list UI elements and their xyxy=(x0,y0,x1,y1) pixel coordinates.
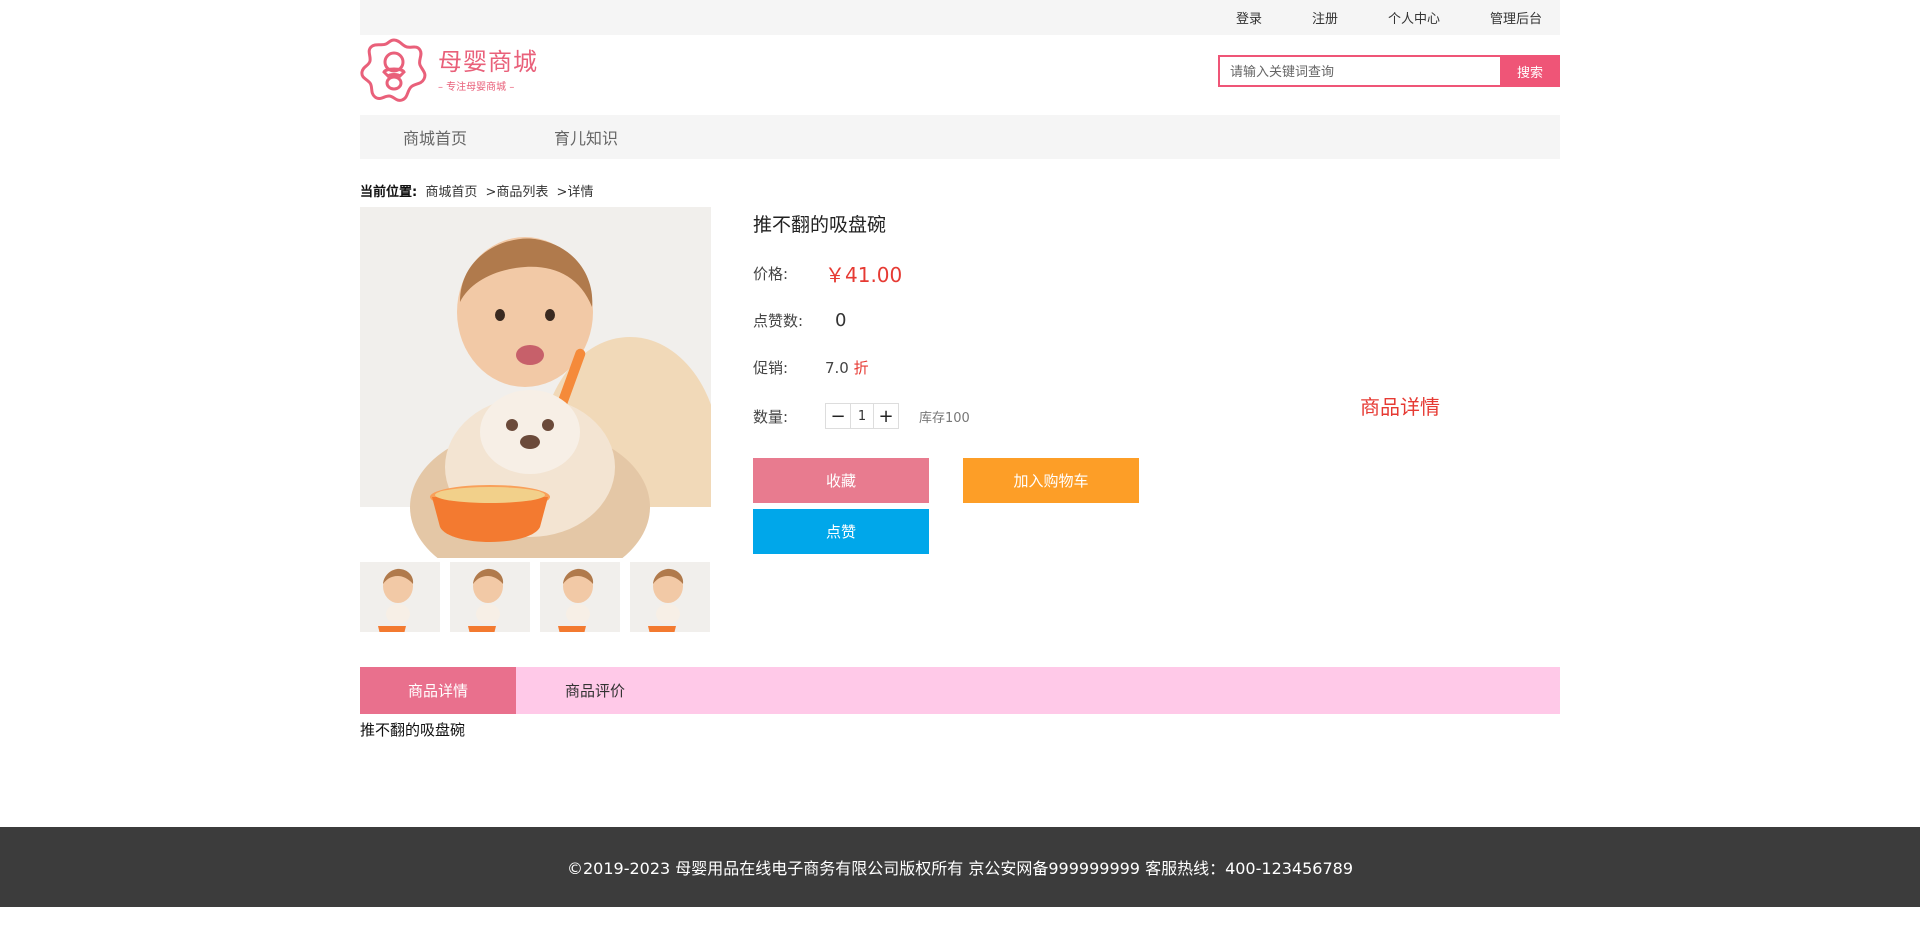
thumbnail-3[interactable] xyxy=(540,562,620,642)
login-link[interactable]: 登录 xyxy=(1236,8,1262,27)
nav-item-parenting[interactable]: 育儿知识 xyxy=(554,125,618,149)
content: 当前位置: 商城首页 >商品列表 >详情 推不翻的吸盘碗 价格: ￥41.00 … xyxy=(360,159,1560,799)
breadcrumb-label: 当前位置: xyxy=(360,185,418,200)
quantity-row: 数量: − 1 + 库存100 xyxy=(753,403,970,429)
thumbnail-2[interactable] xyxy=(450,562,530,642)
thumbnail-1[interactable] xyxy=(360,562,440,642)
top-links: 登录 注册 个人中心 管理后台 xyxy=(1236,0,1542,35)
minus-icon[interactable]: − xyxy=(826,404,850,428)
product-panel: 推不翻的吸盘碗 价格: ￥41.00 点赞数: 0 促销: 7.0 折 数量: … xyxy=(360,207,1560,647)
user-center-link[interactable]: 个人中心 xyxy=(1388,8,1440,27)
price-row: 价格: ￥41.00 xyxy=(753,259,902,288)
nav-item-home[interactable]: 商城首页 xyxy=(403,125,467,149)
product-main-image xyxy=(360,207,711,558)
search-input[interactable] xyxy=(1218,55,1500,87)
breadcrumb-list[interactable]: >商品列表 xyxy=(486,185,549,200)
product-detail-text: 推不翻的吸盘碗 xyxy=(360,721,466,739)
likes-value: 0 xyxy=(835,310,847,331)
side-product-detail-title: 商品详情 xyxy=(1360,395,1440,419)
quantity-stepper: − 1 + xyxy=(825,403,899,429)
top-bar: 登录 注册 个人中心 管理后台 xyxy=(360,0,1560,35)
search-bar: 搜索 xyxy=(1218,55,1560,87)
promo-label: 促销: xyxy=(753,359,789,377)
add-to-cart-button[interactable]: 加入购物车 xyxy=(963,458,1139,503)
logo-subtitle: – 专注母婴商城 – xyxy=(438,81,515,93)
breadcrumb: 当前位置: 商城首页 >商品列表 >详情 xyxy=(360,181,597,200)
like-button[interactable]: 点赞 xyxy=(753,509,929,554)
quantity-label: 数量: xyxy=(753,407,789,426)
breadcrumb-detail: >详情 xyxy=(556,185,594,200)
promo-value: 7.0 xyxy=(825,359,849,377)
quantity-value[interactable]: 1 xyxy=(850,404,874,428)
thumbnail-4[interactable] xyxy=(630,562,710,642)
footer: ©2019-2023 母婴用品在线电子商务有限公司版权所有 京公安网备99999… xyxy=(0,827,1920,907)
main-nav: 商城首页 育儿知识 xyxy=(360,115,1560,159)
product-tabs: 商品详情 商品评价 xyxy=(360,667,1560,714)
likes-row: 点赞数: 0 xyxy=(753,310,846,331)
search-button[interactable]: 搜索 xyxy=(1500,55,1560,87)
tab-product-reviews[interactable]: 商品评价 xyxy=(516,667,674,714)
logo-pacifier-icon xyxy=(360,36,428,104)
price-value: ￥41.00 xyxy=(825,263,903,287)
thumbnail-list xyxy=(360,562,711,642)
register-link[interactable]: 注册 xyxy=(1312,8,1338,27)
product-gallery xyxy=(360,207,711,642)
price-label: 价格: xyxy=(753,265,789,283)
logo-title: 母婴商城 xyxy=(438,47,538,76)
product-info: 推不翻的吸盘碗 价格: ￥41.00 点赞数: 0 促销: 7.0 折 数量: … xyxy=(753,207,1253,554)
likes-label: 点赞数: xyxy=(753,312,804,330)
promo-row: 促销: 7.0 折 xyxy=(753,357,869,378)
footer-copyright: ©2019-2023 母婴用品在线电子商务有限公司版权所有 京公安网备99999… xyxy=(566,859,1354,878)
tab-product-detail[interactable]: 商品详情 xyxy=(360,667,516,714)
admin-link[interactable]: 管理后台 xyxy=(1490,8,1542,27)
promo-unit: 折 xyxy=(853,359,869,377)
plus-icon[interactable]: + xyxy=(874,404,898,428)
product-title: 推不翻的吸盘碗 xyxy=(753,214,887,236)
stock-count: 库存100 xyxy=(919,410,970,426)
header: 母婴商城 – 专注母婴商城 – 搜索 xyxy=(360,35,1560,115)
breadcrumb-home[interactable]: 商城首页 xyxy=(425,185,477,200)
logo[interactable]: 母婴商城 – 专注母婴商城 – xyxy=(360,35,540,105)
favorite-button[interactable]: 收藏 xyxy=(753,458,929,503)
